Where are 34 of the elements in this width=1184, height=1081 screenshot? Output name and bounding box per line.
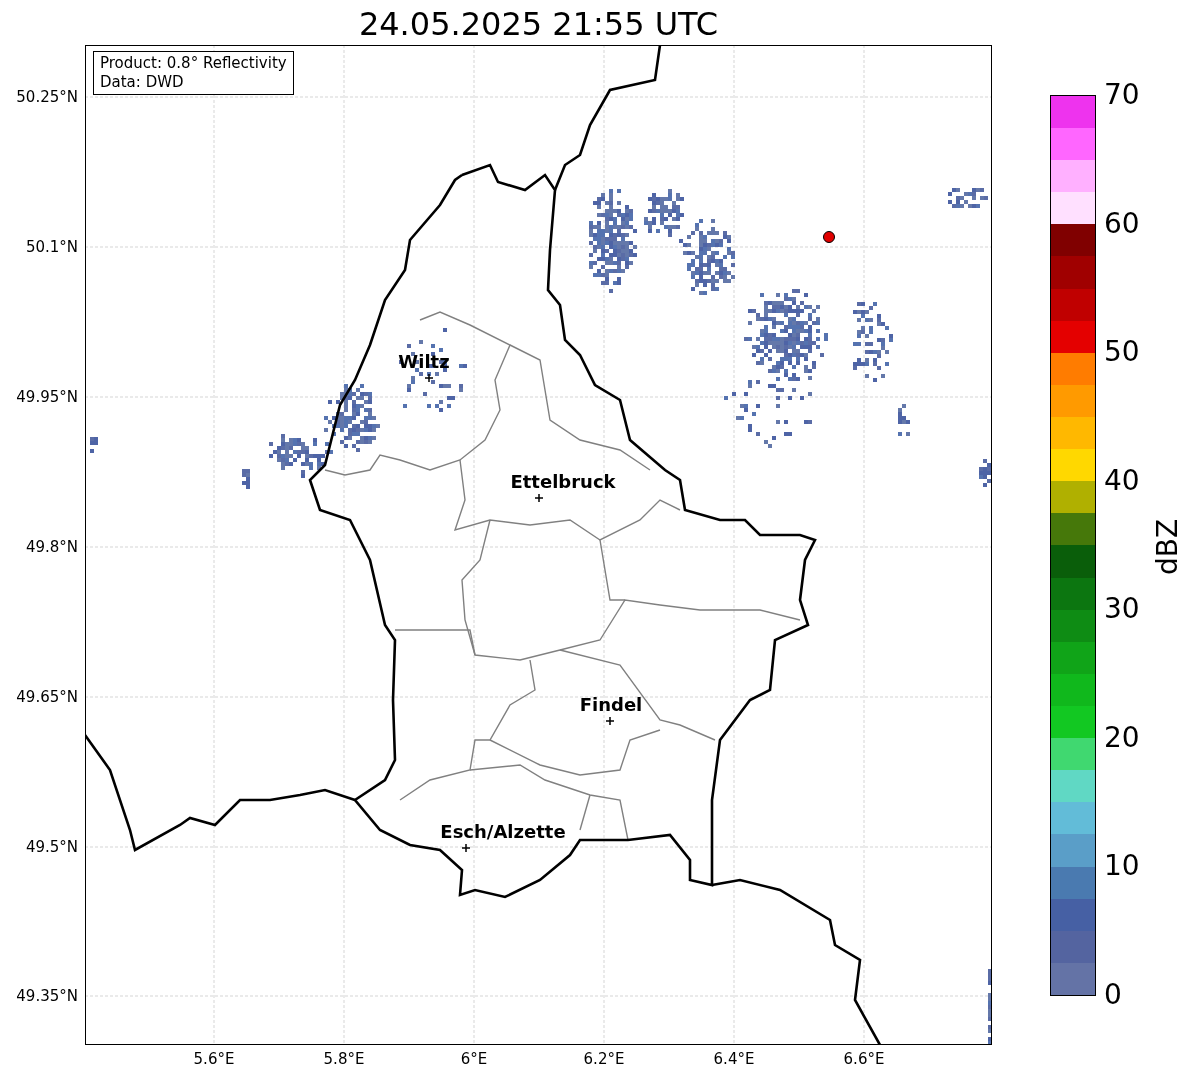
city-marker-icon [462, 844, 470, 852]
colorbar-tick-label: 30 [1104, 593, 1140, 626]
point-marker [822, 230, 836, 244]
colorbar-tick-label: 20 [1104, 721, 1140, 754]
colorbar-tick-label: 50 [1104, 336, 1140, 369]
city-label: Wiltz [398, 352, 450, 372]
colorbar-tick-label: 0 [1104, 979, 1122, 1011]
colorbar-tick-label: 40 [1104, 464, 1140, 497]
city-label: Ettelbruck [510, 472, 616, 492]
latitude-tick-label: 49.65°N [16, 688, 78, 706]
longitude-tick-label: 6°E [460, 1050, 488, 1068]
latitude-tick-label: 50.1°N [25, 238, 78, 256]
longitude-tick-label: 5.8°E [323, 1050, 365, 1068]
longitude-tick-label: 6.6°E [843, 1050, 885, 1068]
latitude-tick-label: 49.8°N [25, 538, 78, 556]
info-text: Product: 0.8° Reflectivity [100, 54, 287, 73]
info-text: Data: DWD [100, 73, 185, 92]
latitude-tick-label: 50.25°N [16, 88, 78, 106]
latitude-tick-label: 49.5°N [25, 838, 78, 856]
latitude-tick-label: 49.95°N [16, 388, 78, 406]
city-label: Esch/Alzette [440, 822, 566, 842]
city-marker-icon [425, 374, 433, 382]
longitude-tick-label: 6.2°E [583, 1050, 625, 1068]
latitude-tick-label: 49.35°N [16, 987, 78, 1005]
city-marker-icon [606, 717, 614, 725]
colorbar-label: dBZ [1151, 518, 1184, 576]
colorbar-tick-label: 70 [1104, 79, 1140, 111]
longitude-tick-label: 5.6°E [193, 1050, 235, 1068]
colorbar-tick-label: 10 [1104, 850, 1140, 883]
colorbar-tick-label: 60 [1104, 207, 1140, 240]
chart-title: 24.05.2025 21:55 UTC [357, 4, 720, 44]
city-label: Findel [579, 695, 643, 715]
longitude-tick-label: 6.4°E [713, 1050, 755, 1068]
city-marker-icon [535, 494, 543, 502]
